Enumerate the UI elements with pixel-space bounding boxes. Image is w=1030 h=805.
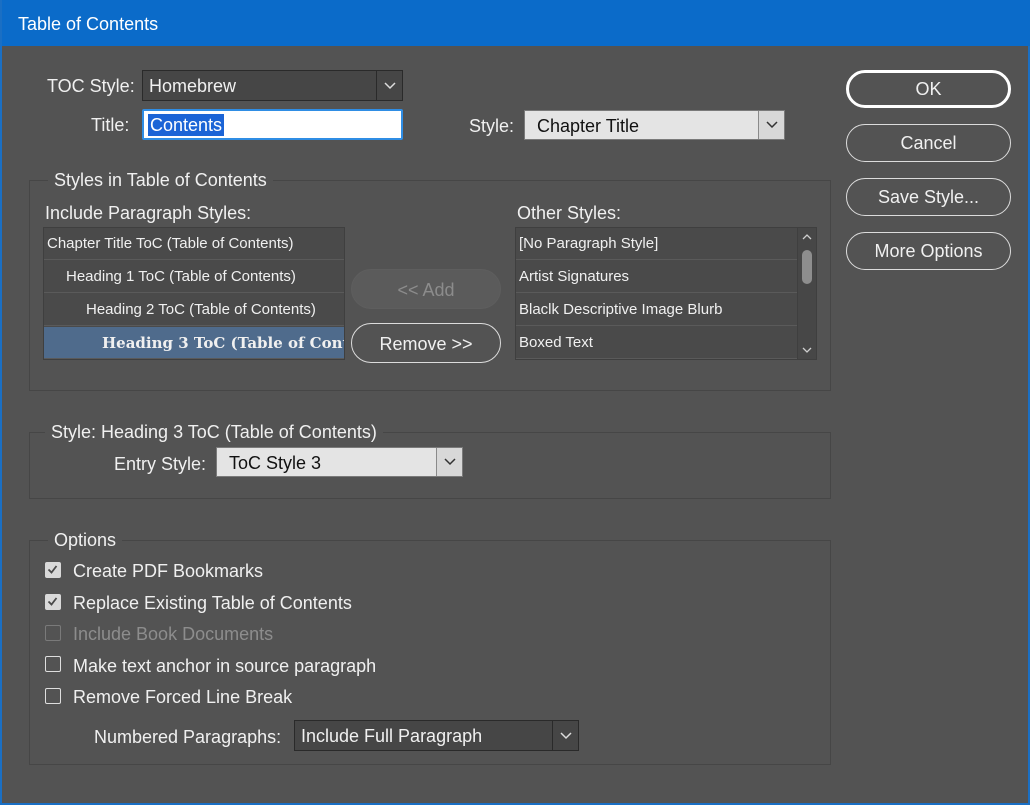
entry-group-title: Style: Heading 3 ToC (Table of Contents) xyxy=(45,422,383,443)
list-item[interactable]: Blaclk Descriptive Image Blurb xyxy=(516,294,798,326)
chevron-down-icon xyxy=(436,448,462,476)
include-styles-list[interactable]: Chapter Title ToC (Table of Contents) He… xyxy=(43,227,345,360)
list-item[interactable]: Boxed Text xyxy=(516,327,798,359)
title-style-dropdown[interactable]: Chapter Title xyxy=(524,110,785,140)
add-button[interactable]: << Add xyxy=(351,269,501,309)
numbered-paragraphs-dropdown[interactable]: Include Full Paragraph xyxy=(294,720,579,751)
list-item[interactable]: Heading 2 ToC (Table of Contents) xyxy=(44,294,344,326)
create-pdf-bookmarks-label: Create PDF Bookmarks xyxy=(73,561,264,581)
more-options-button[interactable]: More Options xyxy=(846,232,1011,270)
list-item[interactable]: Artist Signatures xyxy=(516,261,798,293)
scrollbar-thumb[interactable] xyxy=(802,250,812,284)
remove-button[interactable]: Remove >> xyxy=(351,323,501,363)
styles-in-toc-title: Styles in Table of Contents xyxy=(48,170,273,191)
toc-style-dropdown[interactable]: Homebrew xyxy=(142,70,403,101)
list-item[interactable]: Chapter Title ToC (Table of Contents) xyxy=(44,228,344,260)
cancel-button[interactable]: Cancel xyxy=(846,124,1011,162)
ok-button[interactable]: OK xyxy=(846,70,1011,108)
create-pdf-bookmarks-checkbox[interactable] xyxy=(45,562,61,578)
list-item-selected[interactable]: Heading 3 ToC (Table of Cont... xyxy=(44,327,344,359)
other-styles-scrollbar[interactable] xyxy=(797,228,816,359)
title-style-value: Chapter Title xyxy=(537,116,640,136)
window-title: Table of Contents xyxy=(2,0,1030,46)
other-styles-list[interactable]: [No Paragraph Style] Artist Signatures B… xyxy=(515,227,817,360)
style-label: Style: xyxy=(469,116,515,136)
replace-existing-toc-label: Replace Existing Table of Contents xyxy=(73,593,352,613)
toc-style-value: Homebrew xyxy=(149,76,237,96)
chevron-down-icon xyxy=(552,721,578,750)
include-paragraph-styles-label: Include Paragraph Styles: xyxy=(45,203,252,223)
toc-dialog: Table of Contents TOC Style: Homebrew Ti… xyxy=(0,0,1030,805)
remove-forced-line-break-label: Remove Forced Line Break xyxy=(73,687,293,707)
other-styles-label: Other Styles: xyxy=(517,203,622,223)
include-book-documents-checkbox[interactable] xyxy=(45,625,61,641)
remove-forced-line-break-checkbox[interactable] xyxy=(45,688,61,704)
options-title: Options xyxy=(48,530,123,551)
scroll-up-icon[interactable] xyxy=(802,233,812,240)
entry-style-label: Entry Style: xyxy=(114,454,207,474)
replace-existing-toc-checkbox[interactable] xyxy=(45,594,61,610)
checkmark-icon xyxy=(47,597,58,606)
toc-style-label: TOC Style: xyxy=(47,76,135,96)
save-style-button[interactable]: Save Style... xyxy=(846,178,1011,216)
list-item[interactable]: Heading 1 ToC (Table of Contents) xyxy=(44,261,344,293)
entry-style-value: ToC Style 3 xyxy=(229,453,322,473)
numbered-paragraphs-value: Include Full Paragraph xyxy=(301,726,483,746)
make-text-anchor-checkbox[interactable] xyxy=(45,656,61,672)
numbered-paragraphs-label: Numbered Paragraphs: xyxy=(94,727,282,747)
checkmark-icon xyxy=(47,565,58,574)
title-input[interactable]: Contents xyxy=(142,109,403,140)
title-label: Title: xyxy=(91,115,130,135)
include-book-documents-label: Include Book Documents xyxy=(73,624,274,644)
list-item[interactable]: [No Paragraph Style] xyxy=(516,228,798,260)
title-input-value: Contents xyxy=(148,114,225,136)
make-text-anchor-label: Make text anchor in source paragraph xyxy=(73,656,377,676)
chevron-down-icon xyxy=(758,111,784,139)
scroll-down-icon[interactable] xyxy=(802,347,812,354)
entry-style-dropdown[interactable]: ToC Style 3 xyxy=(216,447,463,477)
chevron-down-icon xyxy=(376,71,402,100)
